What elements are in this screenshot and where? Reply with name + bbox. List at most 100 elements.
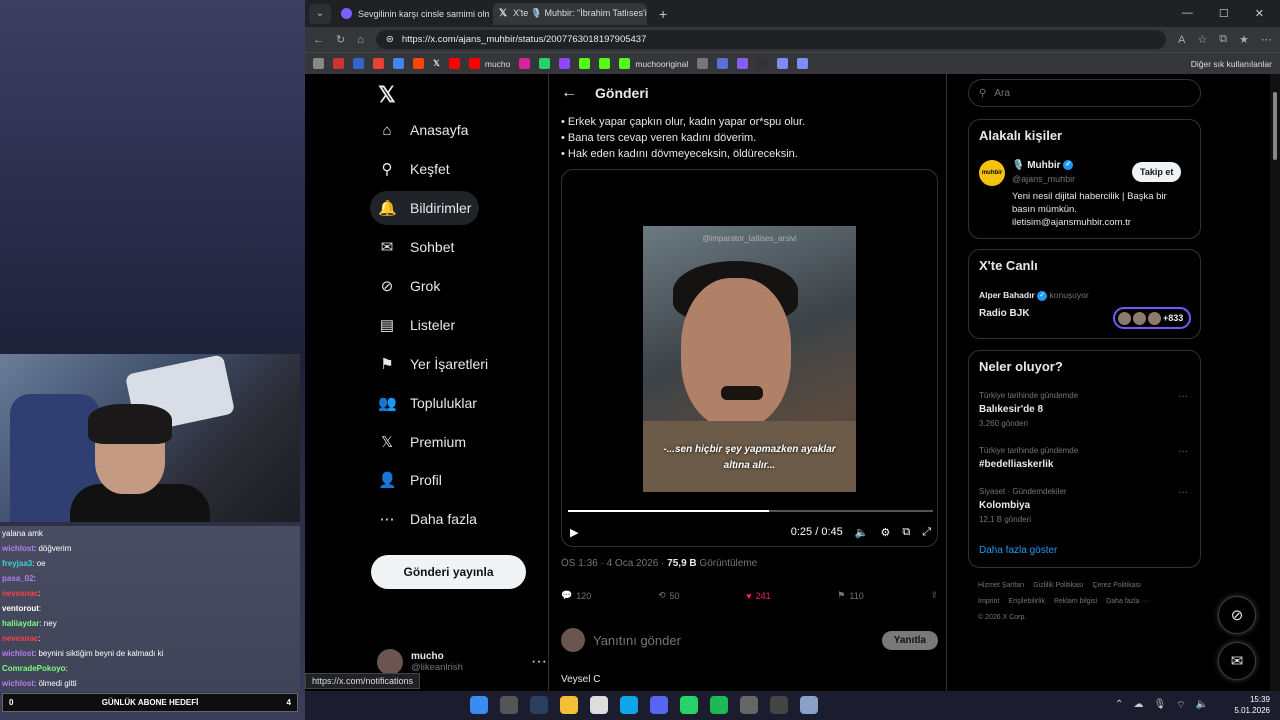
- discord-icon[interactable]: [650, 696, 668, 714]
- chat-username[interactable]: ventorout: [2, 604, 39, 613]
- chat-username[interactable]: freyjaa3: [2, 559, 32, 568]
- maximize-icon[interactable]: ☐: [1219, 7, 1229, 20]
- more-icon[interactable]: ···: [1178, 446, 1188, 457]
- video-progress-bar[interactable]: [568, 510, 933, 512]
- store-icon[interactable]: [590, 696, 608, 714]
- new-tab-button[interactable]: +: [651, 6, 675, 22]
- footer-link[interactable]: Çerez Politikası: [1092, 582, 1141, 589]
- follow-button[interactable]: Takip et: [1132, 162, 1182, 182]
- reply-submit-button[interactable]: Yanıtla: [881, 630, 938, 650]
- menu-icon[interactable]: ⋯: [1261, 33, 1272, 46]
- repost-button[interactable]: ⟲ 50: [658, 590, 680, 601]
- bookmark-icon[interactable]: [313, 58, 324, 69]
- fullscreen-icon[interactable]: ⤢: [922, 526, 931, 539]
- tab-2[interactable]: 𝕏 X'te 🎙️ Muhbir: "İbrahim Tatlıses'i ✕: [493, 2, 647, 25]
- bookmark-icon[interactable]: [333, 58, 344, 69]
- other-favorites-folder[interactable]: Diğer sık kullanılanlar: [1191, 59, 1272, 69]
- site-info-icon[interactable]: ⊜: [386, 34, 394, 45]
- more-icon[interactable]: ···: [531, 653, 547, 671]
- google-icon[interactable]: [393, 58, 404, 69]
- chat-username[interactable]: wichlost: [2, 679, 34, 688]
- bookmark-icon[interactable]: [697, 58, 709, 69]
- kick-icon[interactable]: [579, 58, 591, 69]
- footer-link[interactable]: Gizlilik Politikası: [1033, 582, 1083, 589]
- nav-item-5[interactable]: ▤ Listeler: [370, 308, 463, 342]
- more-icon[interactable]: ···: [1178, 487, 1188, 498]
- muhbir-logo[interactable]: muhbir: [979, 160, 1005, 186]
- chevron-up-icon[interactable]: ⌃: [1115, 699, 1123, 712]
- nav-item-10[interactable]: ⋯ Daha fazla: [370, 502, 485, 536]
- app-icon[interactable]: [770, 696, 788, 714]
- chat-username[interactable]: wichlost: [2, 544, 34, 553]
- bookmark-icon[interactable]: [353, 58, 364, 69]
- bookmark-button[interactable]: ⚑ 110: [837, 590, 863, 601]
- messages-fab[interactable]: ✉: [1218, 642, 1256, 680]
- chat-username[interactable]: nevexnac: [2, 634, 38, 643]
- post-button[interactable]: Gönderi yayınla: [371, 555, 526, 589]
- back-icon[interactable]: ←: [313, 34, 324, 46]
- bookmark-label[interactable]: mucho: [485, 59, 511, 69]
- settings-icon[interactable]: ⚙: [880, 526, 890, 539]
- page-scrollbar[interactable]: [1270, 74, 1280, 691]
- trend-name[interactable]: Kolombiya: [979, 500, 1030, 511]
- nav-item-4[interactable]: ⊘ Grok: [370, 269, 448, 303]
- cloud-icon[interactable]: ☁: [1133, 699, 1143, 712]
- app-icon[interactable]: [800, 696, 818, 714]
- extensions-icon[interactable]: ⧉: [1219, 33, 1227, 46]
- read-aloud-icon[interactable]: A: [1178, 34, 1185, 46]
- url-field[interactable]: ⊜ https://x.com/ajans_muhbir/status/2007…: [375, 30, 1167, 49]
- kick-icon[interactable]: [599, 58, 611, 69]
- refresh-icon[interactable]: ↻: [336, 33, 345, 46]
- nav-item-8[interactable]: 𝕏 Premium: [370, 425, 474, 459]
- nav-item-9[interactable]: 👤 Profil: [370, 463, 450, 497]
- nav-item-0[interactable]: ⌂ Anasayfa: [370, 113, 476, 147]
- trend-name[interactable]: Balıkesir'de 8: [979, 404, 1043, 415]
- favorites-icon[interactable]: ★: [1239, 33, 1249, 46]
- post-time[interactable]: ÖS 1:36 · 4 Oca 2026 ·: [561, 558, 667, 569]
- show-more-link[interactable]: Daha fazla göster: [979, 545, 1057, 556]
- back-arrow-icon[interactable]: ←: [561, 84, 577, 102]
- volume-icon[interactable]: 🔈: [855, 526, 869, 539]
- home-browser-icon[interactable]: ⌂: [357, 34, 364, 46]
- close-window-icon[interactable]: ✕: [1255, 7, 1264, 20]
- chat-username[interactable]: haliiaydar: [2, 619, 39, 628]
- start-icon[interactable]: [470, 696, 488, 714]
- pip-icon[interactable]: ⧉: [902, 526, 910, 539]
- bookmark-icon[interactable]: [757, 58, 769, 69]
- minimize-icon[interactable]: —: [1182, 7, 1193, 20]
- more-icon[interactable]: ···: [1178, 391, 1188, 402]
- x-bookmark-icon[interactable]: 𝕏: [433, 58, 440, 69]
- tab-actions-button[interactable]: ⌄: [309, 3, 331, 24]
- live-room[interactable]: Radio BJK: [979, 308, 1030, 319]
- video-player[interactable]: @imparator_tatlises_arsivi -...sen hiçbi…: [561, 169, 938, 547]
- steam-icon[interactable]: [530, 696, 548, 714]
- bookmark-icon[interactable]: [777, 58, 789, 69]
- folder-icon[interactable]: [560, 696, 578, 714]
- related-name[interactable]: 🎙️ Muhbir ✓: [1012, 160, 1074, 171]
- chat-username[interactable]: wichlost: [2, 649, 34, 658]
- edge-icon[interactable]: [620, 696, 638, 714]
- whatsapp-icon[interactable]: [539, 58, 551, 69]
- footer-link[interactable]: Erişilebilirlik: [1008, 598, 1045, 605]
- grok-fab[interactable]: ⊘: [1218, 596, 1256, 634]
- tab-1[interactable]: Sevgilinin karşı cinsle samimi olma ✕: [335, 3, 489, 25]
- search-input[interactable]: ⚲ Ara: [968, 79, 1201, 107]
- chat-username[interactable]: nevexnac: [2, 589, 38, 598]
- whatsapp-icon[interactable]: [680, 696, 698, 714]
- youtube-icon[interactable]: [448, 58, 460, 69]
- system-clock[interactable]: 15:39 5.01.2026: [1234, 694, 1270, 716]
- kick-icon[interactable]: [619, 58, 631, 69]
- nav-item-7[interactable]: 👥 Topluluklar: [370, 386, 485, 420]
- gmail-icon[interactable]: [373, 58, 384, 69]
- bookmark-icon[interactable]: [737, 58, 749, 69]
- twitch-icon[interactable]: [559, 58, 571, 69]
- listeners-pill[interactable]: +833: [1113, 307, 1191, 329]
- footer-link[interactable]: Hizmet Şartları: [978, 582, 1024, 589]
- footer-link[interactable]: Reklam bilgisi: [1054, 598, 1097, 605]
- youtube-icon[interactable]: [468, 58, 480, 69]
- footer-link[interactable]: Imprint: [978, 598, 999, 605]
- nav-item-1[interactable]: ⚲ Keşfet: [370, 152, 458, 186]
- nav-item-6[interactable]: ⚑ Yer İşaretleri: [370, 347, 496, 381]
- play-icon[interactable]: ▶: [570, 526, 578, 539]
- bookmark-icon[interactable]: [717, 58, 729, 69]
